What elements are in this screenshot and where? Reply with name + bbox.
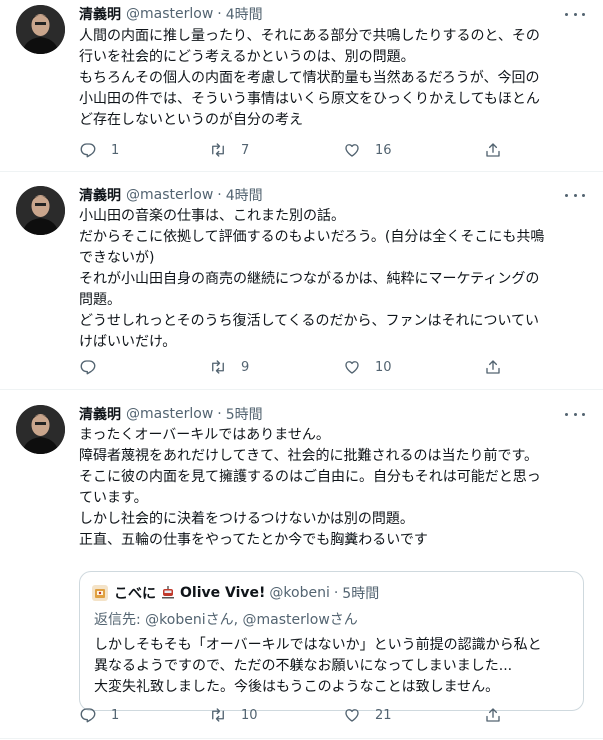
retweet-count: 7 [241, 142, 250, 158]
like-count: 16 [375, 142, 392, 158]
author-name[interactable]: 清義明 [79, 404, 121, 424]
tweet-actions: 9 10 [79, 357, 509, 377]
quoted-reply-to: 返信先: @kobeniさん, @masterlowさん [94, 612, 358, 628]
share-icon [486, 360, 500, 374]
tweet-text-line: だからそこに依拠して評価するのもよいだろう。(自分は全くそこにも共鳴 [79, 229, 545, 245]
retweet-button[interactable]: 10 [209, 705, 258, 725]
quoted-text-line: しかしそもそも「オーバーキルではないか」という前提の認識から私と [94, 637, 542, 653]
tweet-text-line: それが小山田自身の商売の継続につながるかは、純粋にマーケティングの [79, 271, 540, 287]
timestamp[interactable]: 4時間 [226, 185, 263, 205]
like-icon [345, 144, 359, 157]
like-button[interactable]: 21 [343, 705, 392, 725]
quoted-text-line: 大変失礼致しました。今後はもうこのようなことは致しません。 [94, 679, 500, 695]
timestamp[interactable]: 5時間 [226, 404, 263, 424]
tweet[interactable]: 清義明 @masterlow · 4時間 小山田の音楽の仕事は、これまた別の話。… [0, 181, 603, 391]
retweet-count: 10 [241, 707, 258, 723]
more-icon[interactable] [565, 6, 585, 22]
like-count: 21 [375, 707, 392, 723]
tweet-divider [0, 738, 603, 739]
author-name[interactable]: 清義明 [79, 4, 121, 24]
tweet-text-line: もちろんその個人の内面を考慮して情状酌量も当然あるだろうが、今回の [79, 70, 540, 86]
like-button[interactable]: 10 [343, 357, 392, 377]
tweet-text-line: ど存在しないというのが自分の考え [79, 112, 303, 128]
retweet-count: 9 [241, 359, 250, 375]
tweet-text-line: 人間の内面に推し量ったり、それにある部分で共鳴したりするのと、その [79, 28, 540, 44]
tweet-divider [0, 389, 603, 390]
separator-dot: · [217, 406, 222, 422]
author-handle[interactable]: @masterlow [126, 406, 213, 422]
avatar[interactable] [16, 186, 65, 235]
quoted-avatar[interactable] [92, 585, 108, 601]
tweet-text-line: そこに彼の内面を見て擁護するのはご自由に。自分もそれは可能だと思っ [79, 469, 541, 485]
quoted-text: しかしそもそも「オーバーキルではないか」という前提の認識から私と 異なるようです… [94, 635, 542, 698]
retweet-icon [212, 360, 224, 374]
tweet-text-line: どうせしれっとそのうち復活してくるのだから、ファンはそれについてい [79, 313, 540, 329]
tweet-text-line: 小山田の件では、そういう事情はいくら原文をひっくりかえしてもほとん [79, 91, 540, 107]
quoted-author-handle[interactable]: @kobeni [269, 585, 329, 601]
quoted-author-name-suffix[interactable]: Olive Vive! [180, 585, 265, 601]
tweet-text-line: 障碍者蔑視をあれだけしてきて、社会的に批難されるのは当たり前です。 [79, 448, 539, 464]
avatar[interactable] [16, 405, 65, 454]
quoted-author-name[interactable]: こべに [114, 583, 156, 603]
like-button[interactable]: 16 [343, 140, 392, 160]
avatar[interactable] [16, 5, 65, 54]
tweet-text-line: ています。 [79, 490, 148, 506]
tweet-text-line: できないが) [79, 250, 155, 266]
more-icon[interactable] [565, 406, 585, 422]
reply-button[interactable]: 1 [79, 705, 119, 725]
tweet-text: 小山田の音楽の仕事は、これまた別の話。 だからそこに依拠して評価するのもよいだろ… [79, 206, 584, 353]
reply-button[interactable]: 1 [79, 140, 119, 160]
timestamp[interactable]: 4時間 [226, 4, 263, 24]
tweet-actions: 1 7 16 [79, 140, 509, 160]
reply-count: 1 [111, 707, 120, 723]
reply-icon [80, 708, 96, 723]
tweet-text-line: 小山田の音楽の仕事は、これまた別の話。 [79, 208, 345, 224]
share-button[interactable] [484, 705, 502, 725]
author-handle[interactable]: @masterlow [126, 6, 213, 22]
retweet-button[interactable]: 7 [209, 140, 249, 160]
tweet-text-line: けばいいだけ。 [79, 334, 177, 350]
tweet-divider [0, 171, 603, 172]
tweet-text-line: 問題。 [79, 292, 121, 308]
reply-icon [80, 143, 96, 158]
tweet-text-line: まったくオーバーキルではありません。 [79, 427, 330, 443]
tweet-text: まったくオーバーキルではありません。 障碍者蔑視をあれだけしてきて、社会的に批難… [79, 425, 584, 551]
reply-icon [80, 360, 96, 375]
author-name[interactable]: 清義明 [79, 185, 121, 205]
tweet-actions: 1 10 21 [79, 705, 509, 725]
tweet-text: 人間の内面に推し量ったり、それにある部分で共鳴したりするのと、その 行いを社会的… [79, 26, 584, 131]
share-icon [486, 143, 500, 157]
tweet-text-line: しかし社会的に決着をつけるつけないかは別の問題。 [79, 511, 414, 527]
tweet-text-line: 行いを社会的にどう考えるかというのは、別の問題。 [79, 49, 415, 65]
more-icon[interactable] [565, 187, 585, 203]
separator-dot: · [217, 187, 222, 203]
reply-count: 1 [111, 142, 120, 158]
like-icon [345, 709, 359, 722]
share-button[interactable] [484, 357, 502, 377]
tweet[interactable]: 清義明 @masterlow · 5時間 まったくオーバーキルではありません。 … [0, 400, 603, 740]
reply-button[interactable] [79, 357, 111, 377]
retweet-icon [212, 143, 224, 157]
share-button[interactable] [484, 140, 502, 160]
quoted-tweet[interactable]: こべに Olive Vive! @kobeni · 5時間 返信先: @kobe… [79, 571, 584, 711]
separator-dot: · [217, 6, 222, 22]
like-count: 10 [375, 359, 392, 375]
separator-dot: · [333, 585, 339, 601]
quoted-timestamp[interactable]: 5時間 [342, 583, 379, 603]
retweet-button[interactable]: 9 [209, 357, 249, 377]
like-icon [345, 361, 359, 374]
quoted-text-line: 異なるようですので、ただの不躾なお願いになってしまいました... [94, 658, 513, 674]
author-handle[interactable]: @masterlow [126, 187, 213, 203]
share-icon [486, 708, 500, 722]
train-emoji-icon [160, 585, 176, 601]
tweet-text-line: 正直、五輪の仕事をやってたとか今でも胸糞わるいです [79, 532, 428, 548]
retweet-icon [212, 708, 224, 722]
tweet[interactable]: 清義明 @masterlow · 4時間 人間の内面に推し量ったり、それにある部… [0, 0, 603, 177]
